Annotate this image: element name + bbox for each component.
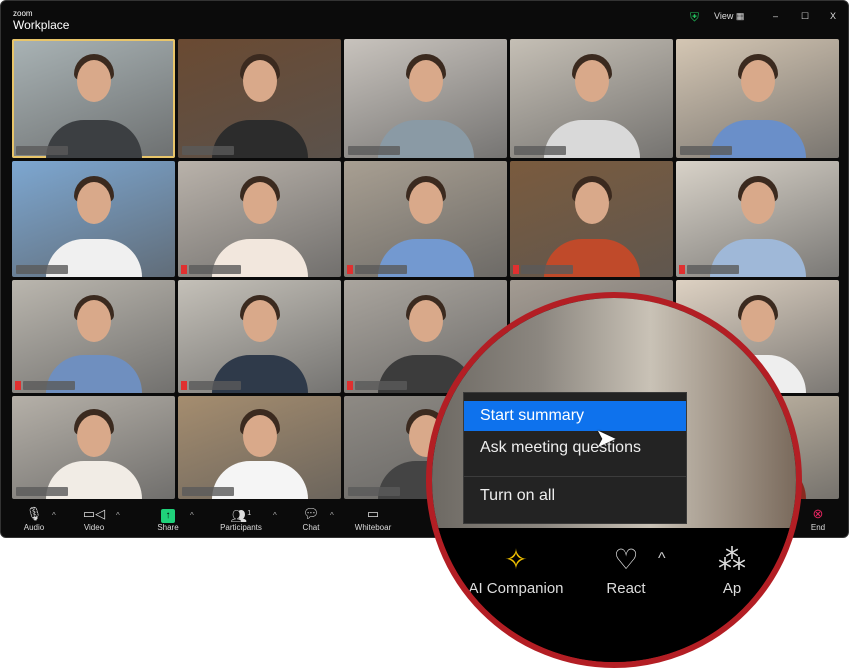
participant-face <box>76 60 111 103</box>
participant-count: 1 <box>247 510 252 517</box>
participant-face <box>76 414 111 457</box>
grid-icon: ▦ <box>735 11 745 21</box>
participant-name-bar <box>182 146 234 155</box>
participant-video-tile[interactable] <box>178 280 341 393</box>
participant-video-tile[interactable] <box>178 396 341 499</box>
muted-mic-icon <box>347 265 353 274</box>
mouse-cursor-icon: ➤ <box>595 423 617 453</box>
whiteboard-label: Whiteboar <box>354 523 392 532</box>
magnified-toolbar: ⛉ools ✧AI Companion ♡React ^ ⁂Ap <box>432 528 796 662</box>
brand-large: Workplace <box>13 18 70 32</box>
audio-label: Audio <box>23 523 45 532</box>
participant-face <box>408 181 443 224</box>
apps-label: Ap <box>722 580 742 597</box>
chat-options-caret[interactable]: ^ <box>330 511 334 520</box>
muted-mic-icon <box>347 381 353 390</box>
ai-companion-menu: Start summary Ask meeting questions Turn… <box>463 392 687 524</box>
muted-mic-icon <box>679 265 685 274</box>
zoom-logo: zoom Workplace <box>13 9 70 33</box>
participant-video-tile[interactable] <box>12 161 175 277</box>
muted-mic-icon <box>181 265 187 274</box>
menu-item-ask-meeting-questions[interactable]: Ask meeting questions <box>464 433 686 463</box>
whiteboard-icon: ▭ <box>366 506 380 521</box>
video-camera-icon: ▭◁ <box>82 506 106 521</box>
whiteboard-button[interactable]: ▭ Whiteboar <box>343 505 403 532</box>
participant-name-bar <box>355 381 407 390</box>
participant-face <box>242 60 277 103</box>
participant-video-tile[interactable] <box>12 396 175 499</box>
participant-name-bar <box>687 265 739 274</box>
participant-face <box>76 181 111 224</box>
muted-mic-icon <box>513 265 519 274</box>
participant-name-bar <box>355 265 407 274</box>
close-button[interactable]: X <box>830 11 836 21</box>
menu-item-start-summary[interactable]: Start summary <box>464 401 686 431</box>
participant-name-bar <box>182 487 234 496</box>
view-button[interactable]: View ▦ <box>714 11 744 22</box>
video-button[interactable]: ▭◁ Video <box>64 505 124 532</box>
participant-name-bar <box>348 487 400 496</box>
participant-face <box>408 60 443 103</box>
video-options-caret[interactable]: ^ <box>116 511 120 520</box>
participant-face <box>76 300 111 343</box>
share-label: Share <box>157 523 179 532</box>
participants-options-caret[interactable]: ^ <box>273 511 277 520</box>
minimize-button[interactable]: – <box>773 11 778 21</box>
participant-name-bar <box>16 146 68 155</box>
muted-mic-icon <box>15 381 21 390</box>
magnifier-callout: Start summary Ask meeting questions Turn… <box>426 292 802 668</box>
participant-video-tile[interactable] <box>12 280 175 393</box>
chat-label: Chat <box>302 523 320 532</box>
participant-name-bar <box>16 487 68 496</box>
participants-icon: 👥︎1 <box>230 508 252 524</box>
audio-options-caret[interactable]: ^ <box>52 511 56 520</box>
participant-face <box>740 181 775 224</box>
participant-name-bar <box>348 146 400 155</box>
maximize-button[interactable]: ☐ <box>801 11 809 22</box>
apps-icon: ⁂ <box>718 544 746 575</box>
participants-button[interactable]: 👥︎1 Participants <box>211 505 271 532</box>
share-button[interactable]: ↑ Share <box>138 505 198 532</box>
muted-mic-icon <box>181 381 187 390</box>
view-label: View <box>714 11 734 21</box>
participant-video-tile[interactable] <box>178 39 341 158</box>
share-options-caret[interactable]: ^ <box>190 511 194 520</box>
participant-video-tile[interactable] <box>676 39 839 158</box>
participant-name-bar <box>514 146 566 155</box>
end-label: End <box>810 523 826 532</box>
apps-button[interactable]: ⁂ Ap <box>667 540 796 597</box>
security-shield-icon[interactable]: ⛨ <box>690 10 699 25</box>
participant-name-bar <box>189 265 241 274</box>
video-label: Video <box>83 523 105 532</box>
participant-face <box>242 300 277 343</box>
participant-face <box>574 181 609 224</box>
participant-video-tile[interactable] <box>178 161 341 277</box>
participant-face <box>574 60 609 103</box>
participant-video-tile[interactable] <box>344 39 507 158</box>
menu-item-turn-on-all[interactable]: Turn on all <box>464 481 686 511</box>
brand-small: zoom <box>13 9 33 18</box>
participant-name-bar <box>23 381 75 390</box>
participant-video-tile[interactable] <box>344 161 507 277</box>
react-options-caret[interactable]: ^ <box>658 550 666 568</box>
participant-name-bar <box>16 265 68 274</box>
participant-video-tile[interactable] <box>676 161 839 277</box>
participant-face <box>242 414 277 457</box>
participant-video-tile[interactable] <box>510 39 673 158</box>
participant-face <box>740 60 775 103</box>
participant-name-bar <box>680 146 732 155</box>
participant-name-bar <box>521 265 573 274</box>
participant-video-tile[interactable] <box>12 39 175 158</box>
participant-video-tile[interactable] <box>510 161 673 277</box>
participant-name-bar <box>189 381 241 390</box>
menu-divider <box>464 476 686 477</box>
share-screen-icon: ↑ <box>138 505 198 523</box>
participants-label: Participants <box>220 523 262 532</box>
participant-face <box>242 181 277 224</box>
